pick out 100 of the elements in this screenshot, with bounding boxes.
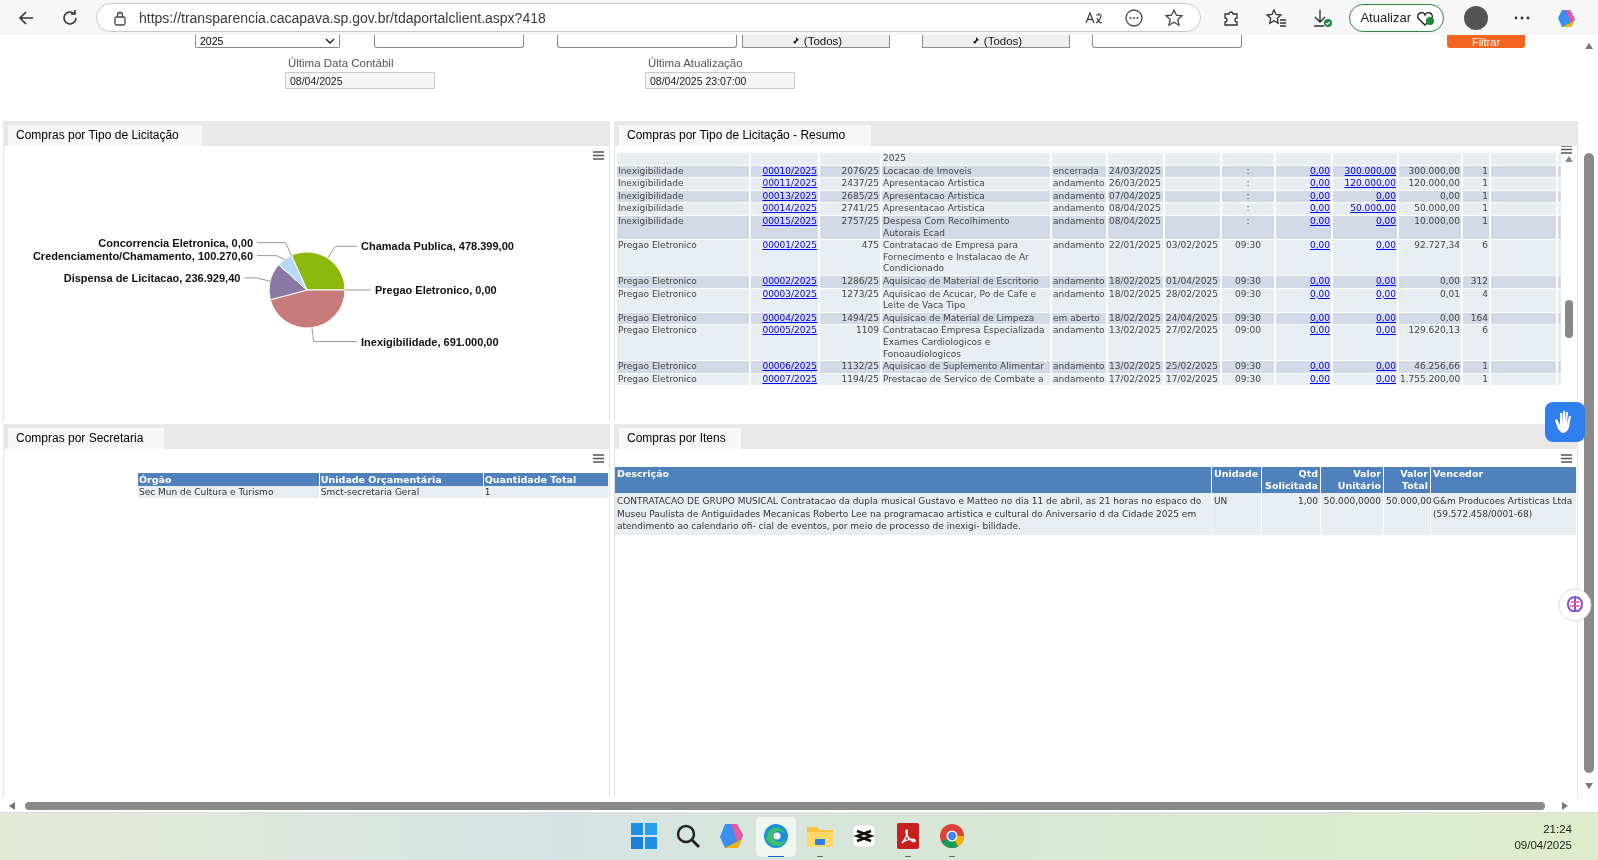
table-cell: 1109 bbox=[820, 325, 880, 361]
table-cell: Contratacao de Empresa para Fornecimento e Instalacao de Ar Condicionado bbox=[882, 240, 1050, 275]
value-link[interactable]: 0,00 bbox=[1375, 325, 1396, 336]
table-cell: 09:00 bbox=[1222, 325, 1274, 361]
menu-icon[interactable] bbox=[1561, 146, 1572, 154]
column-header: Quantidade Total bbox=[483, 473, 609, 486]
more-icon[interactable] bbox=[1124, 7, 1145, 28]
table-cell: 1,00 bbox=[1261, 493, 1321, 535]
download-icon[interactable] bbox=[1311, 7, 1334, 28]
table-cell: encerrada bbox=[1052, 165, 1106, 178]
table-cell: andamento bbox=[1052, 203, 1106, 215]
table-cell: 50.000,00 bbox=[1383, 493, 1431, 535]
column-header: Órgão bbox=[138, 473, 320, 486]
value-link[interactable]: 0,00 bbox=[1375, 240, 1396, 251]
hand-sign-icon[interactable] bbox=[1545, 402, 1585, 442]
table-cell: 6 bbox=[1463, 325, 1489, 361]
filter-button[interactable]: (Todos) bbox=[742, 35, 890, 48]
table-cell: 0,00 bbox=[1399, 275, 1461, 288]
table-cell: 6 bbox=[1463, 240, 1489, 275]
table-cell: Pregao Eletronico bbox=[617, 325, 749, 361]
table-cell: 312 bbox=[1463, 275, 1489, 288]
clock-time: 21:24 bbox=[1542, 821, 1572, 837]
pie-slice[interactable] bbox=[290, 251, 346, 291]
table-cell: 18/02/2025 bbox=[1108, 275, 1163, 288]
panel-tab[interactable]: Compras por Itens bbox=[619, 428, 741, 449]
table-cell: andamento bbox=[1052, 190, 1106, 203]
table-cell: Apresentacao Artistica bbox=[882, 178, 1050, 190]
leader-line bbox=[311, 327, 358, 343]
url-text[interactable]: https://transparencia.cacapava.sp.gov.br/tdaportalclient.aspx?418 bbox=[139, 9, 546, 26]
menu-icon[interactable] bbox=[1561, 454, 1572, 463]
value-link[interactable]: 0,00 bbox=[1375, 215, 1396, 226]
column-header: Valor Total bbox=[1383, 467, 1431, 493]
value-link[interactable]: 0,00 bbox=[1309, 325, 1330, 336]
date-field[interactable]: 08/04/2025 bbox=[285, 72, 435, 89]
table-cell: Prestacao de Servico de Combate a bbox=[882, 373, 1050, 386]
table-cell: 129.620,13 bbox=[1399, 325, 1461, 361]
value-link[interactable]: 0,00 bbox=[1309, 240, 1330, 251]
input-field[interactable] bbox=[557, 35, 737, 48]
menu-icon[interactable] bbox=[593, 454, 604, 463]
panel-tab[interactable]: Compras por Secretaria bbox=[8, 428, 164, 449]
table-cell: 09:30 bbox=[1222, 373, 1274, 386]
table-cell: Locacao de Imoveis bbox=[882, 165, 1050, 178]
table-cell: 01/04/2025 bbox=[1165, 275, 1220, 288]
heart-pulse-icon bbox=[1415, 9, 1435, 26]
table-cell: 13/02/2025 bbox=[1108, 361, 1163, 373]
table-cell: 2025 bbox=[882, 153, 1050, 165]
column-header: Descrição bbox=[615, 467, 1212, 493]
table-cell: Inexigibilidade bbox=[617, 165, 749, 178]
table-cell: Inexigibilidade bbox=[617, 178, 749, 190]
table-cell: 1 bbox=[1463, 215, 1489, 240]
table-cell: 120.000,00 bbox=[1399, 178, 1461, 190]
pie-slice[interactable] bbox=[269, 289, 346, 329]
table-cell: 92.727,34 bbox=[1399, 240, 1461, 275]
table-cell: 1 bbox=[483, 486, 609, 498]
table-cell: 27/02/2025 bbox=[1165, 325, 1220, 361]
table-cell: Despesa Com Recolhimento Autorais Ecad bbox=[882, 215, 1050, 240]
table-cell: 09:30 bbox=[1222, 275, 1274, 288]
table-cell: 24/04/2025 bbox=[1165, 312, 1220, 325]
table-cell: 475 bbox=[820, 240, 880, 275]
menu-icon[interactable] bbox=[593, 151, 604, 160]
slice-label: Credenciamento/Chamamento, 100.270,60 bbox=[32, 249, 253, 262]
star-icon[interactable] bbox=[1164, 7, 1185, 28]
filter-button[interactable]: (Todos) bbox=[922, 35, 1070, 48]
table-cell: Pregao Eletronico bbox=[617, 312, 749, 325]
table-cell: 1 bbox=[1463, 190, 1489, 203]
table-cell: 2757/25 bbox=[820, 215, 880, 240]
brain-icon[interactable] bbox=[1558, 588, 1592, 622]
pie-slice[interactable] bbox=[278, 254, 308, 291]
value-link[interactable]: 0,00 bbox=[1309, 288, 1330, 299]
value-link[interactable]: 0,00 bbox=[1309, 215, 1330, 226]
avatar[interactable] bbox=[1464, 5, 1488, 30]
table-cell: 1194/25 bbox=[820, 373, 880, 386]
panel-tab[interactable]: Compras por Tipo de Licitação - Resumo bbox=[619, 125, 872, 146]
table-cell: andamento bbox=[1052, 215, 1106, 240]
table-cell: 1132/25 bbox=[820, 361, 880, 373]
table-cell: 300.000,00 bbox=[1399, 165, 1461, 178]
pie-slice[interactable] bbox=[268, 264, 308, 301]
table-cell: 46.256,66 bbox=[1399, 361, 1461, 373]
input-field[interactable] bbox=[374, 35, 524, 48]
favorites-icon[interactable] bbox=[1265, 7, 1288, 28]
lock-icon bbox=[113, 9, 127, 26]
value-link[interactable]: 0,00 bbox=[1375, 288, 1396, 299]
date-field[interactable]: 08/04/2025 23:07:00 bbox=[645, 72, 795, 89]
table-cell: 08/04/2025 bbox=[1108, 203, 1163, 215]
refresh-icon[interactable] bbox=[60, 7, 80, 28]
update-button[interactable]: Atualizar bbox=[1349, 3, 1444, 32]
panel-tab[interactable]: Compras por Tipo de Licitação bbox=[8, 125, 202, 146]
column-header: Unidade Orçamentária bbox=[319, 473, 484, 486]
table-cell: 22/01/2025 bbox=[1108, 240, 1163, 275]
table-cell: 13/02/2025 bbox=[1108, 325, 1163, 361]
slice-label: Pregao Eletronico, 0,00 bbox=[375, 284, 497, 296]
table-cell: 28/02/2025 bbox=[1165, 288, 1220, 312]
address-bar[interactable]: https://transparencia.cacapava.sp.gov.br/tdaportalclient.aspx?418 bbox=[96, 3, 1202, 32]
table-cell: Pregao Eletronico bbox=[617, 373, 749, 386]
year-select[interactable]: 2025 bbox=[195, 35, 340, 48]
table-cell: 09:30 bbox=[1222, 288, 1274, 312]
input-field[interactable] bbox=[1092, 35, 1242, 48]
column-header: Unidade bbox=[1211, 467, 1262, 493]
table-cell: 1.755.200,00 bbox=[1399, 373, 1461, 386]
field-label: Última Atualização bbox=[648, 57, 744, 69]
